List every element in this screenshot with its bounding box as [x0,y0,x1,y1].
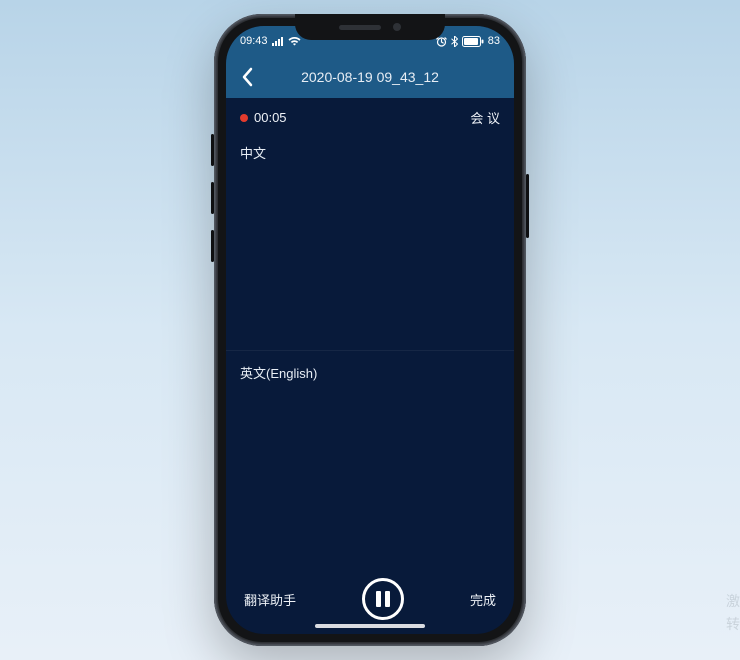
session-tag[interactable]: 会 议 [470,108,500,127]
home-indicator[interactable] [315,624,425,628]
watermark: 激 转 [726,590,740,635]
back-button[interactable] [236,66,258,88]
nav-bar: 2020-08-19 09_43_12 [226,56,514,98]
wifi-icon [288,37,301,46]
bluetooth-icon [451,36,458,47]
pause-icon-bar [376,591,381,607]
chevron-left-icon [241,67,253,87]
content-area: 中文 英文(English) [226,131,514,570]
signal-icon [272,37,284,46]
battery-percent: 83 [488,35,500,47]
page-title: 2020-08-19 09_43_12 [301,69,439,85]
source-language-label: 中文 [240,146,266,161]
record-info-row: 00:05 会 议 [226,98,514,131]
target-language-pane[interactable]: 英文(English) [226,350,514,570]
phone-frame: 09:43 83 2020-08-19 09_43_12 00:05 会 议 [214,14,526,646]
pause-icon-bar [385,591,390,607]
status-time: 09:43 [240,35,268,47]
screen: 09:43 83 2020-08-19 09_43_12 00:05 会 议 [226,26,514,634]
elapsed-time: 00:05 [254,110,287,125]
translate-assistant-button[interactable]: 翻译助手 [244,590,296,609]
target-language-label: 英文(English) [240,366,317,381]
watermark-line: 转 [726,613,740,635]
status-left: 09:43 [240,35,301,47]
battery-icon [462,36,484,47]
watermark-line: 激 [726,590,740,612]
done-button[interactable]: 完成 [470,590,496,609]
status-right: 83 [436,35,500,47]
pause-button[interactable] [362,578,404,620]
record-indicator-icon [240,114,248,122]
source-language-pane[interactable]: 中文 [226,131,514,350]
device-notch [295,14,445,40]
record-timer: 00:05 [240,110,287,125]
